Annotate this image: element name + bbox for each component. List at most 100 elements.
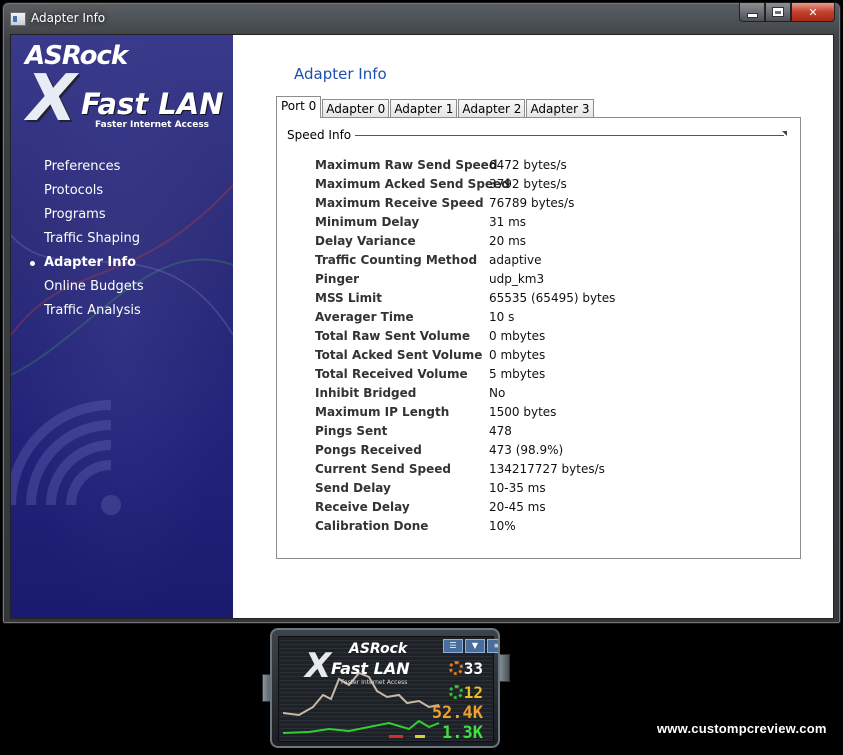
sidebar-item-label: Traffic Shaping bbox=[44, 231, 141, 246]
tab-port-0[interactable]: Port 0 bbox=[276, 96, 322, 118]
minimize-icon bbox=[746, 12, 758, 18]
row-value: 6472 bytes/s bbox=[489, 158, 567, 172]
row-key: Maximum IP Length bbox=[315, 405, 450, 419]
row-value: 10% bbox=[489, 519, 516, 533]
sidebar: ASRock X Fast LAN Faster Internet Access… bbox=[11, 35, 233, 618]
row-value: 3792 bytes/s bbox=[489, 177, 567, 191]
table-row: Calibration Done 10% bbox=[315, 517, 615, 536]
table-row: Delay Variance 20 ms bbox=[315, 232, 615, 251]
row-key: Pongs Received bbox=[315, 443, 422, 457]
table-row: Minimum Delay 31 ms bbox=[315, 213, 615, 232]
row-key: Averager Time bbox=[315, 310, 414, 324]
table-row: Receive Delay 20-45 ms bbox=[315, 498, 615, 517]
row-value: 10 s bbox=[489, 310, 515, 324]
gadget-x-logo: X bbox=[305, 646, 332, 686]
collapse-arrow-icon[interactable] bbox=[782, 131, 787, 136]
gadget-menu-icon[interactable]: ≡ bbox=[487, 639, 498, 653]
sidebar-item-protocols[interactable]: Protocols bbox=[11, 179, 233, 203]
xfast-lan-gadget[interactable]: ASRock X Fast LAN Faster Internet Access… bbox=[262, 624, 510, 752]
table-row: Total Acked Sent Volume 0 mbytes bbox=[315, 346, 615, 365]
app-window: Adapter Info ✕ ASRock X Fast LAN Faster … bbox=[2, 2, 841, 624]
row-key: Total Received Volume bbox=[315, 367, 468, 381]
sidebar-item-preferences[interactable]: Preferences bbox=[11, 155, 233, 179]
gadget-list-icon[interactable]: ☰ bbox=[443, 639, 463, 653]
row-key: Current Send Speed bbox=[315, 462, 451, 476]
row-key: MSS Limit bbox=[315, 291, 382, 305]
row-key: Send Delay bbox=[315, 481, 391, 495]
main-content: Adapter Info Port 0 Adapter 0 Adapter 1 … bbox=[233, 35, 833, 618]
table-row: Maximum Raw Send Speed 6472 bytes/s bbox=[315, 156, 615, 175]
row-key: Inhibit Bridged bbox=[315, 386, 417, 400]
table-row: Pongs Received 473 (98.9%) bbox=[315, 441, 615, 460]
sidebar-item-label: Protocols bbox=[44, 183, 104, 198]
table-row: Traffic Counting Method adaptive bbox=[315, 251, 615, 270]
row-key: Maximum Receive Speed bbox=[315, 196, 484, 210]
sidebar-item-traffic-analysis[interactable]: Traffic Analysis bbox=[11, 299, 233, 323]
title-bar[interactable]: Adapter Info ✕ bbox=[3, 3, 840, 35]
sidebar-item-online-budgets[interactable]: Online Budgets bbox=[11, 275, 233, 299]
adapter-tabs: Port 0 Adapter 0 Adapter 1 Adapter 2 Ada… bbox=[276, 96, 595, 118]
row-key: Receive Delay bbox=[315, 500, 410, 514]
row-value: 10-35 ms bbox=[489, 481, 546, 495]
tab-adapter-1[interactable]: Adapter 1 bbox=[390, 99, 458, 118]
row-key: Maximum Raw Send Speed bbox=[315, 158, 498, 172]
gadget-stat-upload: 52.4K bbox=[431, 703, 483, 723]
table-row: Averager Time 10 s bbox=[315, 308, 615, 327]
window-title: Adapter Info bbox=[31, 11, 106, 25]
sidebar-item-label: Online Budgets bbox=[44, 279, 144, 294]
close-icon: ✕ bbox=[808, 5, 818, 19]
gadget-stat-download: 1.3K bbox=[442, 723, 483, 743]
row-value: 5 mbytes bbox=[489, 367, 546, 381]
row-key: Total Acked Sent Volume bbox=[315, 348, 483, 362]
row-value: 134217727 bytes/s bbox=[489, 462, 605, 476]
sidebar-item-label: Preferences bbox=[44, 159, 121, 174]
close-button[interactable]: ✕ bbox=[791, 3, 835, 22]
fast-lan-logo: Fast LAN bbox=[81, 87, 224, 121]
table-row: Maximum Acked Send Speed 3792 bytes/s bbox=[315, 175, 615, 194]
app-icon bbox=[10, 12, 26, 26]
row-value: 0 mbytes bbox=[489, 348, 546, 362]
row-key: Minimum Delay bbox=[315, 215, 420, 229]
maximize-button[interactable] bbox=[765, 3, 791, 22]
table-row: Total Raw Sent Volume 0 mbytes bbox=[315, 327, 615, 346]
client-area: ASRock X Fast LAN Faster Internet Access… bbox=[10, 34, 834, 619]
speed-info-group-label: Speed Info bbox=[287, 128, 356, 142]
sidebar-item-programs[interactable]: Programs bbox=[11, 203, 233, 227]
gadget-dropdown-icon[interactable]: ▼ bbox=[465, 639, 485, 653]
tab-adapter-3[interactable]: Adapter 3 bbox=[526, 99, 594, 118]
sidebar-item-traffic-shaping[interactable]: Traffic Shaping bbox=[11, 227, 233, 251]
row-value: 478 bbox=[489, 424, 512, 438]
tab-adapter-0[interactable]: Adapter 0 bbox=[322, 99, 390, 118]
row-value: 76789 bytes/s bbox=[489, 196, 575, 210]
row-value: 1500 bytes bbox=[489, 405, 557, 419]
minimize-button[interactable] bbox=[739, 3, 765, 22]
gadget-screen: ASRock X Fast LAN Faster Internet Access… bbox=[278, 636, 498, 743]
row-value: adaptive bbox=[489, 253, 542, 267]
group-divider bbox=[349, 135, 784, 136]
gadget-tagline: Faster Internet Access bbox=[341, 679, 408, 686]
maximize-icon bbox=[773, 8, 783, 16]
window-controls: ✕ bbox=[739, 3, 835, 24]
site-watermark: www.custompcreview.com bbox=[657, 721, 827, 736]
row-key: Traffic Counting Method bbox=[315, 253, 478, 267]
tab-panel: Speed Info Maximum Raw Send Speed 6472 by… bbox=[276, 117, 801, 559]
row-key: Maximum Acked Send Speed bbox=[315, 177, 510, 191]
active-bullet-icon bbox=[30, 261, 35, 266]
table-row: Current Send Speed 134217727 bytes/s bbox=[315, 460, 615, 479]
xfast-x-logo: X bbox=[27, 62, 77, 136]
row-key: Total Raw Sent Volume bbox=[315, 329, 470, 343]
row-value: 20-45 ms bbox=[489, 500, 546, 514]
sidebar-item-label: Adapter Info bbox=[44, 255, 137, 270]
speed-info-table: Maximum Raw Send Speed 6472 bytes/s Maxim… bbox=[315, 156, 615, 536]
table-row: Send Delay 10-35 ms bbox=[315, 479, 615, 498]
table-row: Inhibit Bridged No bbox=[315, 384, 615, 403]
row-key: Pinger bbox=[315, 272, 360, 286]
table-row: Pinger udp_km3 bbox=[315, 270, 615, 289]
table-row: Total Received Volume 5 mbytes bbox=[315, 365, 615, 384]
row-value: 65535 (65495) bytes bbox=[489, 291, 616, 305]
row-value: 20 ms bbox=[489, 234, 527, 248]
table-row: MSS Limit 65535 (65495) bytes bbox=[315, 289, 615, 308]
sidebar-item-adapter-info[interactable]: Adapter Info bbox=[11, 251, 233, 275]
gadget-toolbar: ☰ ▼ ≡ bbox=[443, 639, 498, 653]
tab-adapter-2[interactable]: Adapter 2 bbox=[458, 99, 526, 118]
